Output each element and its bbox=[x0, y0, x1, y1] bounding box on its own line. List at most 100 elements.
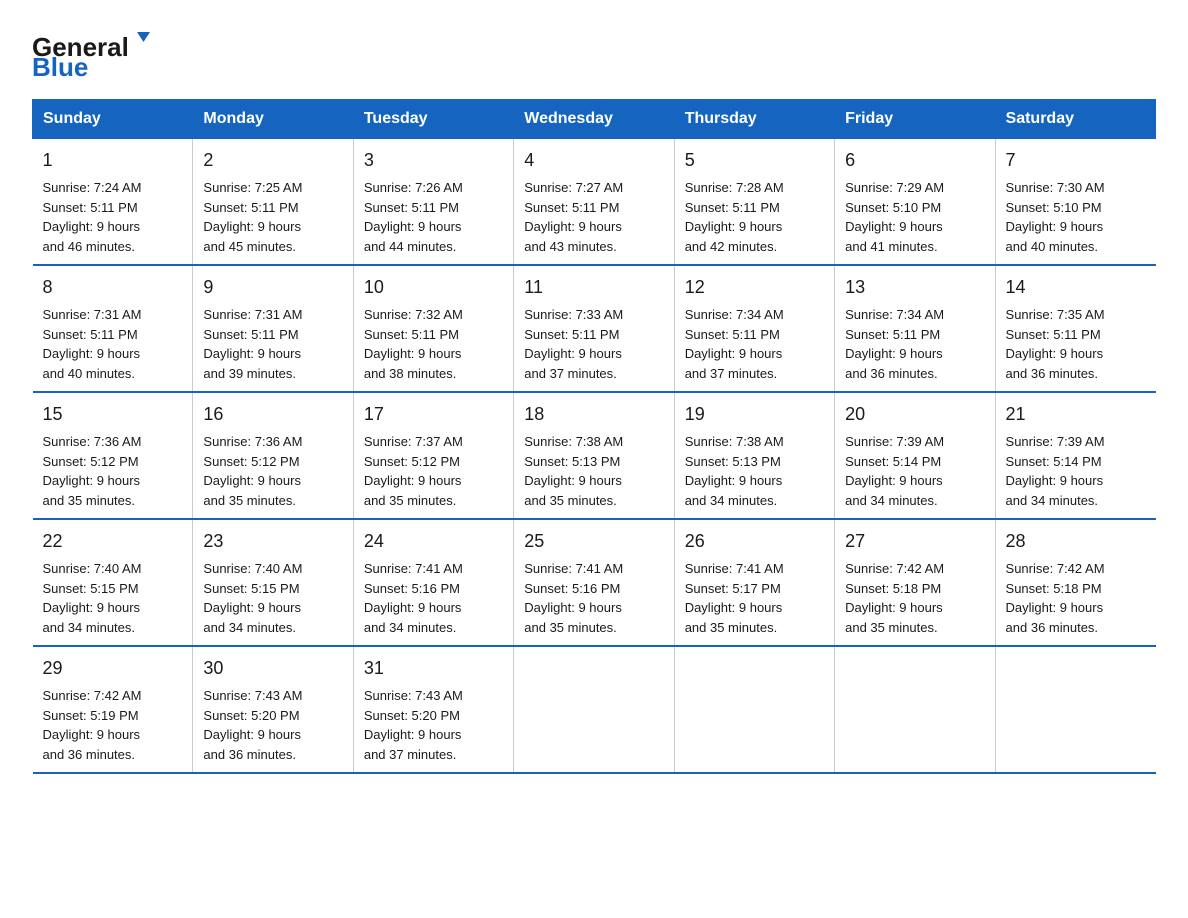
day-info: Sunrise: 7:28 AMSunset: 5:11 PMDaylight:… bbox=[685, 178, 824, 256]
table-row bbox=[835, 646, 995, 773]
day-info: Sunrise: 7:24 AMSunset: 5:11 PMDaylight:… bbox=[43, 178, 183, 256]
day-number: 16 bbox=[203, 401, 342, 428]
table-row: 2 Sunrise: 7:25 AMSunset: 5:11 PMDaylight… bbox=[193, 139, 353, 266]
table-row: 6 Sunrise: 7:29 AMSunset: 5:10 PMDaylight… bbox=[835, 139, 995, 266]
table-row: 16Sunrise: 7:36 AMSunset: 5:12 PMDayligh… bbox=[193, 392, 353, 519]
table-row: 19Sunrise: 7:38 AMSunset: 5:13 PMDayligh… bbox=[674, 392, 834, 519]
day-info: Sunrise: 7:36 AMSunset: 5:12 PMDaylight:… bbox=[43, 432, 183, 510]
table-row bbox=[674, 646, 834, 773]
day-number: 22 bbox=[43, 528, 183, 555]
table-row: 1 Sunrise: 7:24 AMSunset: 5:11 PMDaylight… bbox=[33, 139, 193, 266]
day-number: 10 bbox=[364, 274, 503, 301]
table-row: 17 Sunrise: 7:37 AMSunset: 5:12 PMDayligh… bbox=[353, 392, 513, 519]
day-number: 20 bbox=[845, 401, 984, 428]
table-row: 29 Sunrise: 7:42 AMSunset: 5:19 PMDayligh… bbox=[33, 646, 193, 773]
table-row: 8 Sunrise: 7:31 AMSunset: 5:11 PMDaylight… bbox=[33, 265, 193, 392]
day-number: 19 bbox=[685, 401, 824, 428]
calendar-week-row: 22 Sunrise: 7:40 AMSunset: 5:15 PMDayligh… bbox=[33, 519, 1156, 646]
day-info: Sunrise: 7:32 AMSunset: 5:11 PMDaylight:… bbox=[364, 305, 503, 383]
day-number: 26 bbox=[685, 528, 824, 555]
day-number: 28 bbox=[1006, 528, 1146, 555]
calendar-header-row: Sunday Monday Tuesday Wednesday Thursday… bbox=[33, 100, 1156, 139]
day-number: 11 bbox=[524, 274, 663, 301]
table-row: 4 Sunrise: 7:27 AMSunset: 5:11 PMDaylight… bbox=[514, 139, 674, 266]
col-monday: Monday bbox=[193, 100, 353, 139]
table-row: 14 Sunrise: 7:35 AMSunset: 5:11 PMDayligh… bbox=[995, 265, 1155, 392]
day-number: 24 bbox=[364, 528, 503, 555]
day-number: 25 bbox=[524, 528, 663, 555]
col-sunday: Sunday bbox=[33, 100, 193, 139]
day-info: Sunrise: 7:42 AMSunset: 5:18 PMDaylight:… bbox=[845, 559, 984, 637]
day-info: Sunrise: 7:34 AMSunset: 5:11 PMDaylight:… bbox=[845, 305, 984, 383]
table-row bbox=[995, 646, 1155, 773]
day-info: Sunrise: 7:41 AMSunset: 5:16 PMDaylight:… bbox=[364, 559, 503, 637]
table-row bbox=[514, 646, 674, 773]
table-row: 11Sunrise: 7:33 AMSunset: 5:11 PMDayligh… bbox=[514, 265, 674, 392]
day-info: Sunrise: 7:40 AMSunset: 5:15 PMDaylight:… bbox=[203, 559, 342, 637]
day-number: 9 bbox=[203, 274, 342, 301]
table-row: 12Sunrise: 7:34 AMSunset: 5:11 PMDayligh… bbox=[674, 265, 834, 392]
calendar-table: Sunday Monday Tuesday Wednesday Thursday… bbox=[32, 99, 1156, 774]
day-number: 12 bbox=[685, 274, 824, 301]
day-number: 3 bbox=[364, 147, 503, 174]
day-info: Sunrise: 7:39 AMSunset: 5:14 PMDaylight:… bbox=[845, 432, 984, 510]
table-row: 15 Sunrise: 7:36 AMSunset: 5:12 PMDayligh… bbox=[33, 392, 193, 519]
table-row: 27 Sunrise: 7:42 AMSunset: 5:18 PMDayligh… bbox=[835, 519, 995, 646]
logo: General Blue bbox=[32, 24, 162, 79]
day-info: Sunrise: 7:37 AMSunset: 5:12 PMDaylight:… bbox=[364, 432, 503, 510]
day-number: 27 bbox=[845, 528, 984, 555]
day-info: Sunrise: 7:43 AMSunset: 5:20 PMDaylight:… bbox=[203, 686, 342, 764]
table-row: 28 Sunrise: 7:42 AMSunset: 5:18 PMDayligh… bbox=[995, 519, 1155, 646]
day-info: Sunrise: 7:31 AMSunset: 5:11 PMDaylight:… bbox=[43, 305, 183, 383]
day-number: 23 bbox=[203, 528, 342, 555]
table-row: 24 Sunrise: 7:41 AMSunset: 5:16 PMDayligh… bbox=[353, 519, 513, 646]
table-row: 7Sunrise: 7:30 AMSunset: 5:10 PMDaylight… bbox=[995, 139, 1155, 266]
table-row: 25 Sunrise: 7:41 AMSunset: 5:16 PMDayligh… bbox=[514, 519, 674, 646]
day-info: Sunrise: 7:39 AMSunset: 5:14 PMDaylight:… bbox=[1006, 432, 1146, 510]
col-thursday: Thursday bbox=[674, 100, 834, 139]
day-number: 31 bbox=[364, 655, 503, 682]
day-info: Sunrise: 7:42 AMSunset: 5:19 PMDaylight:… bbox=[43, 686, 183, 764]
day-number: 2 bbox=[203, 147, 342, 174]
table-row: 3 Sunrise: 7:26 AMSunset: 5:11 PMDaylight… bbox=[353, 139, 513, 266]
day-number: 29 bbox=[43, 655, 183, 682]
table-row: 23 Sunrise: 7:40 AMSunset: 5:15 PMDayligh… bbox=[193, 519, 353, 646]
day-number: 30 bbox=[203, 655, 342, 682]
day-number: 6 bbox=[845, 147, 984, 174]
table-row: 21 Sunrise: 7:39 AMSunset: 5:14 PMDayligh… bbox=[995, 392, 1155, 519]
day-info: Sunrise: 7:27 AMSunset: 5:11 PMDaylight:… bbox=[524, 178, 663, 256]
page-header: General Blue bbox=[32, 24, 1156, 79]
col-saturday: Saturday bbox=[995, 100, 1155, 139]
svg-text:Blue: Blue bbox=[32, 52, 88, 79]
day-info: Sunrise: 7:31 AMSunset: 5:11 PMDaylight:… bbox=[203, 305, 342, 383]
day-number: 5 bbox=[685, 147, 824, 174]
day-number: 4 bbox=[524, 147, 663, 174]
col-wednesday: Wednesday bbox=[514, 100, 674, 139]
table-row: 22Sunrise: 7:40 AMSunset: 5:15 PMDayligh… bbox=[33, 519, 193, 646]
day-info: Sunrise: 7:26 AMSunset: 5:11 PMDaylight:… bbox=[364, 178, 503, 256]
table-row: 5 Sunrise: 7:28 AMSunset: 5:11 PMDaylight… bbox=[674, 139, 834, 266]
day-info: Sunrise: 7:35 AMSunset: 5:11 PMDaylight:… bbox=[1006, 305, 1146, 383]
day-info: Sunrise: 7:30 AMSunset: 5:10 PMDaylight:… bbox=[1006, 178, 1146, 256]
logo-svg: General Blue bbox=[32, 24, 162, 79]
calendar-week-row: 29 Sunrise: 7:42 AMSunset: 5:19 PMDayligh… bbox=[33, 646, 1156, 773]
day-number: 8 bbox=[43, 274, 183, 301]
day-number: 18 bbox=[524, 401, 663, 428]
day-number: 17 bbox=[364, 401, 503, 428]
day-info: Sunrise: 7:29 AMSunset: 5:10 PMDaylight:… bbox=[845, 178, 984, 256]
day-info: Sunrise: 7:41 AMSunset: 5:16 PMDaylight:… bbox=[524, 559, 663, 637]
table-row: 26 Sunrise: 7:41 AMSunset: 5:17 PMDayligh… bbox=[674, 519, 834, 646]
col-tuesday: Tuesday bbox=[353, 100, 513, 139]
day-info: Sunrise: 7:38 AMSunset: 5:13 PMDaylight:… bbox=[524, 432, 663, 510]
day-number: 14 bbox=[1006, 274, 1146, 301]
day-info: Sunrise: 7:42 AMSunset: 5:18 PMDaylight:… bbox=[1006, 559, 1146, 637]
col-friday: Friday bbox=[835, 100, 995, 139]
day-number: 15 bbox=[43, 401, 183, 428]
day-number: 13 bbox=[845, 274, 984, 301]
calendar-week-row: 8 Sunrise: 7:31 AMSunset: 5:11 PMDaylight… bbox=[33, 265, 1156, 392]
day-number: 1 bbox=[43, 147, 183, 174]
day-info: Sunrise: 7:41 AMSunset: 5:17 PMDaylight:… bbox=[685, 559, 824, 637]
day-info: Sunrise: 7:25 AMSunset: 5:11 PMDaylight:… bbox=[203, 178, 342, 256]
calendar-week-row: 15 Sunrise: 7:36 AMSunset: 5:12 PMDayligh… bbox=[33, 392, 1156, 519]
day-number: 21 bbox=[1006, 401, 1146, 428]
